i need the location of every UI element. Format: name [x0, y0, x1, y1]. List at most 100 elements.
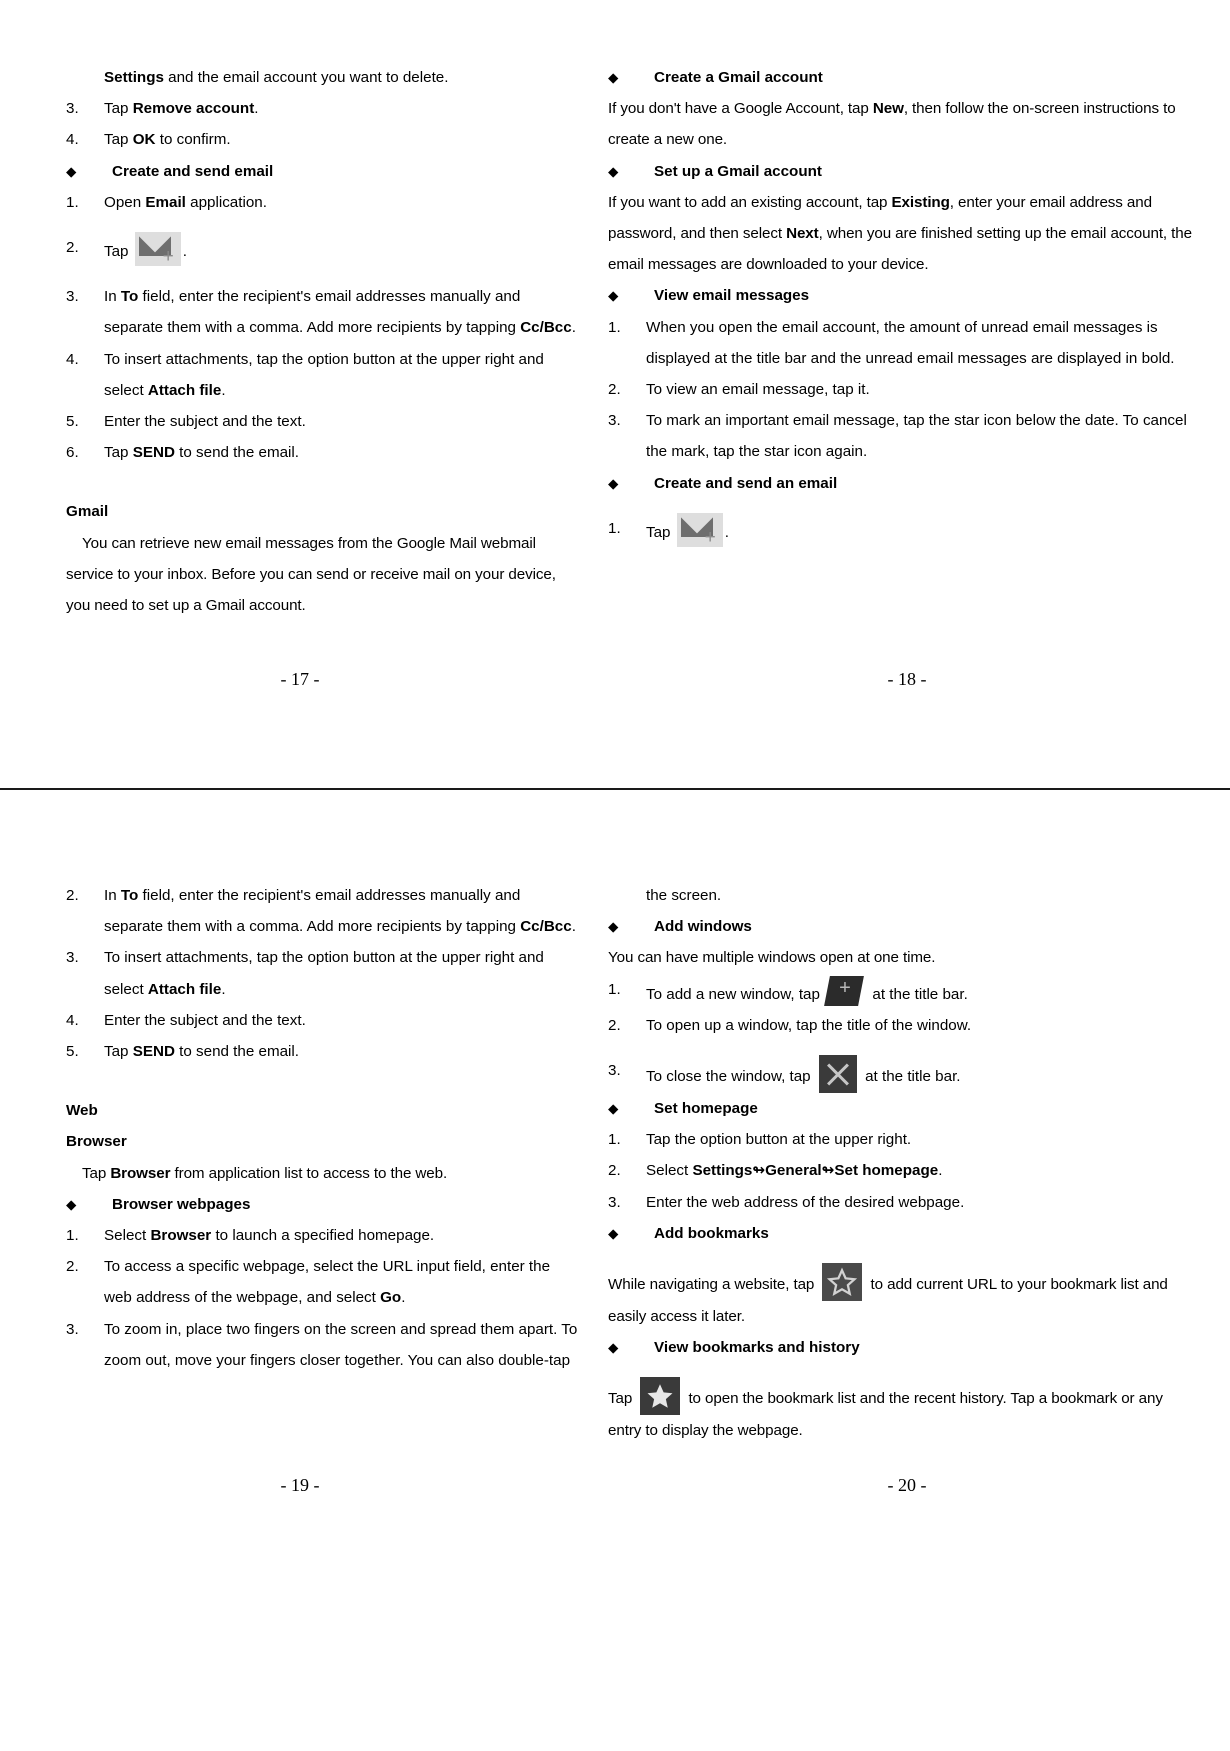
list-text: Tap SEND to send the email. — [104, 437, 582, 468]
bullet-heading-label: View email messages — [654, 287, 810, 305]
email-compose-icon: + — [134, 232, 181, 267]
create-gmail-paragraph: If you don't have a Google Account, tap … — [608, 93, 1200, 155]
bullet-heading-setup-gmail-account: ◆ Set up a Gmail account — [608, 156, 1200, 187]
sheet-pages-19-20: 2. In To field, enter the recipient's em… — [0, 790, 1230, 1750]
diamond-bullet-icon: ◆ — [608, 70, 619, 85]
text-fragment: Tap — [646, 523, 671, 541]
list-number: 2. — [66, 1258, 79, 1276]
text-fragment: at the title bar. — [865, 1068, 961, 1086]
list-item: 2. In To field, enter the recipient's em… — [66, 880, 582, 942]
page-18-column: ◆ Create a Gmail account If you don't ha… — [600, 62, 1230, 621]
section-heading-browser: Browser — [66, 1133, 127, 1151]
text-fragment: Tap — [82, 1164, 111, 1182]
list-item-with-icon: 1. Tap + . — [608, 512, 1200, 548]
bullet-heading-add-bookmarks: ◆ Add bookmarks — [608, 1218, 1200, 1249]
plus-glyph: + — [704, 526, 716, 548]
page-number-19: - 19 - — [280, 1474, 320, 1495]
diamond-bullet-icon: ◆ — [608, 1101, 619, 1117]
bold-ccbcc: Cc/Bcc — [520, 918, 572, 936]
list-number: 1. — [608, 1131, 621, 1149]
list-item: 2. To access a specific webpage, select … — [66, 1251, 582, 1313]
list-text: To view an email message, tap it. — [646, 381, 870, 399]
list-text: Enter the subject and the text. — [104, 413, 306, 431]
list-item: 5. Enter the subject and the text. — [66, 406, 582, 437]
text-fragment: to send the email. — [174, 1043, 300, 1061]
list-item: 3. To mark an important email message, t… — [608, 405, 1200, 467]
list-text: Open Email application. — [104, 187, 582, 218]
text-fragment: . — [571, 319, 576, 337]
bold-next: Next — [786, 225, 819, 243]
list-text: Select Browser to launch a specified hom… — [104, 1220, 582, 1251]
bold-existing: Existing — [891, 193, 950, 211]
text-fragment: field, enter the recipient's email addre… — [104, 288, 521, 337]
bold-remove-account: Remove account — [132, 100, 255, 118]
bold-browser: Browser — [110, 1164, 171, 1182]
bullet-heading-label: Add bookmarks — [654, 1224, 769, 1242]
list-text: Tap + . — [104, 232, 582, 267]
bullet-heading-set-homepage: ◆ Set homepage — [608, 1093, 1200, 1124]
bullet-heading-label: Set homepage — [654, 1100, 758, 1118]
text-fragment: To access a specific webpage, select the… — [104, 1258, 551, 1307]
text-fragment: Tap — [104, 131, 133, 149]
list-item: 1. When you open the email account, the … — [608, 312, 1200, 374]
list-number: 1. — [66, 1227, 79, 1245]
bullet-heading-create-gmail-account: ◆ Create a Gmail account — [608, 62, 1200, 93]
text-fragment: . — [221, 381, 226, 399]
bullet-heading-add-windows: ◆ Add windows — [608, 911, 1200, 942]
gmail-body-paragraph: You can retrieve new email messages from… — [66, 534, 556, 615]
list-item: 3. To insert attachments, tap the option… — [66, 942, 582, 1004]
text-fragment: . — [182, 243, 187, 261]
diamond-bullet-icon: ◆ — [608, 919, 619, 935]
bold-settings: Settings — [104, 69, 164, 86]
browser-intro-paragraph: Tap Browser from application list to acc… — [66, 1158, 582, 1189]
list-text: To open up a window, tap the title of th… — [646, 1016, 972, 1034]
list-item: 4. To insert attachments, tap the option… — [66, 344, 582, 406]
page-20-column: the screen. ◆ Add windows You can have m… — [600, 880, 1230, 1447]
text-fragment: If you don't have a Google Account, tap — [608, 100, 873, 118]
list-text: Tap OK to confirm. — [104, 124, 582, 155]
section-heading-gmail: Gmail — [66, 503, 109, 521]
list-number: 3. — [66, 949, 79, 967]
bullet-heading-browser-webpages: ◆ Browser webpages — [66, 1189, 582, 1220]
text-fragment: from application list to access to the w… — [170, 1164, 448, 1182]
page-number-row-top: - 17 - - 18 - — [0, 667, 1230, 691]
text-fragment: application. — [185, 193, 267, 211]
bullet-heading-label: Create and send email — [112, 162, 274, 180]
text-fragment: If you want to add an existing account, … — [608, 193, 892, 211]
text-fragment: Tap — [104, 1043, 133, 1061]
bold-go: Go — [380, 1289, 402, 1307]
bullet-heading-view-email-messages: ◆ View email messages — [608, 280, 1200, 311]
list-text: Enter the web address of the desired web… — [646, 1193, 965, 1211]
text-fragment: . — [401, 1289, 406, 1307]
bullet-heading-label: Create a Gmail account — [654, 69, 823, 86]
list-text: Tap SEND to send the email. — [104, 1036, 582, 1067]
text-fragment: Tap — [104, 243, 129, 261]
bold-to: To — [120, 288, 139, 306]
text-fragment: In — [104, 887, 121, 904]
page-17-column: Settings and the email account you want … — [0, 62, 600, 621]
list-number: 3. — [608, 412, 621, 430]
list-number: 5. — [66, 1043, 79, 1061]
bold-settings: Settings — [692, 1162, 753, 1180]
sheet-pages-17-18: Settings and the email account you want … — [0, 0, 1230, 788]
list-item: 3. Tap Remove account. — [66, 93, 582, 124]
arrow-icon: ↬ — [752, 1161, 766, 1180]
list-text: To insert attachments, tap the option bu… — [104, 344, 582, 406]
text-fragment: to send the email. — [174, 444, 300, 462]
bullet-heading-view-bookmarks-history: ◆ View bookmarks and history — [608, 1332, 1200, 1363]
new-window-icon: + — [824, 974, 865, 1010]
line-rest: and the email account you want to delete… — [168, 69, 449, 86]
list-number: 3. — [66, 100, 79, 118]
bullet-heading-label: Browser webpages — [112, 1195, 251, 1213]
list-number: 3. — [66, 288, 79, 306]
text-fragment: To close the window, tap — [646, 1068, 811, 1086]
list-number: 2. — [608, 1162, 621, 1180]
bold-attach-file: Attach file — [147, 381, 222, 399]
bullet-heading-label: View bookmarks and history — [654, 1339, 860, 1357]
add-bookmarks-paragraph: While navigating a website, tap to add c… — [608, 1263, 1200, 1332]
text-fragment: . — [938, 1162, 943, 1180]
list-number: 4. — [66, 1011, 79, 1029]
diamond-bullet-icon: ◆ — [608, 1225, 619, 1241]
diamond-bullet-icon: ◆ — [66, 1196, 77, 1212]
list-item: 5. Tap SEND to send the email. — [66, 1036, 582, 1067]
